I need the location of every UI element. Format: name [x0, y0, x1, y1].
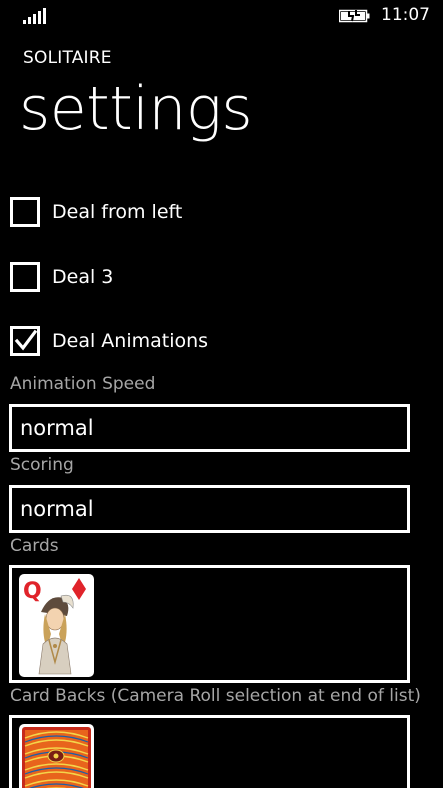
- animation-speed-picker[interactable]: normal: [9, 404, 410, 452]
- status-bar: 11:07: [0, 0, 443, 32]
- page-title: settings: [19, 74, 253, 144]
- queen-of-diamonds-card-image: Q: [19, 574, 94, 677]
- cards-picker[interactable]: Q: [9, 565, 410, 683]
- scoring-value: normal: [20, 497, 94, 521]
- signal-bars-icon: [23, 7, 49, 24]
- checkbox-label: Deal from left: [52, 201, 183, 223]
- card-backs-picker[interactable]: [9, 715, 410, 788]
- battery-charging-icon: [339, 9, 370, 23]
- checkbox-label: Deal 3: [52, 266, 114, 288]
- card-backs-label: Card Backs (Camera Roll selection at end…: [10, 686, 421, 706]
- checkbox-box[interactable]: [10, 197, 40, 227]
- animation-speed-label: Animation Speed: [10, 374, 156, 394]
- scoring-label: Scoring: [10, 455, 74, 475]
- clock: 11:07: [381, 5, 430, 25]
- checkmark-icon: [14, 329, 38, 351]
- checkbox-box[interactable]: [10, 262, 40, 292]
- deal-from-left-checkbox[interactable]: Deal from left: [10, 196, 182, 228]
- animation-speed-value: normal: [20, 416, 94, 440]
- cards-label: Cards: [10, 536, 59, 556]
- app-name: SOLITAIRE: [23, 48, 112, 68]
- ornate-card-back-icon: [22, 727, 91, 788]
- checkbox-label: Deal Animations: [52, 330, 209, 352]
- card-back-image: [19, 724, 94, 788]
- scoring-picker[interactable]: normal: [9, 485, 410, 533]
- queen-card-artwork-icon: Q: [23, 578, 86, 675]
- deal-animations-checkbox[interactable]: Deal Animations: [10, 325, 208, 357]
- card-rank-q: Q: [23, 579, 42, 604]
- checkbox-box[interactable]: [10, 326, 40, 356]
- deal-3-checkbox[interactable]: Deal 3: [10, 261, 113, 293]
